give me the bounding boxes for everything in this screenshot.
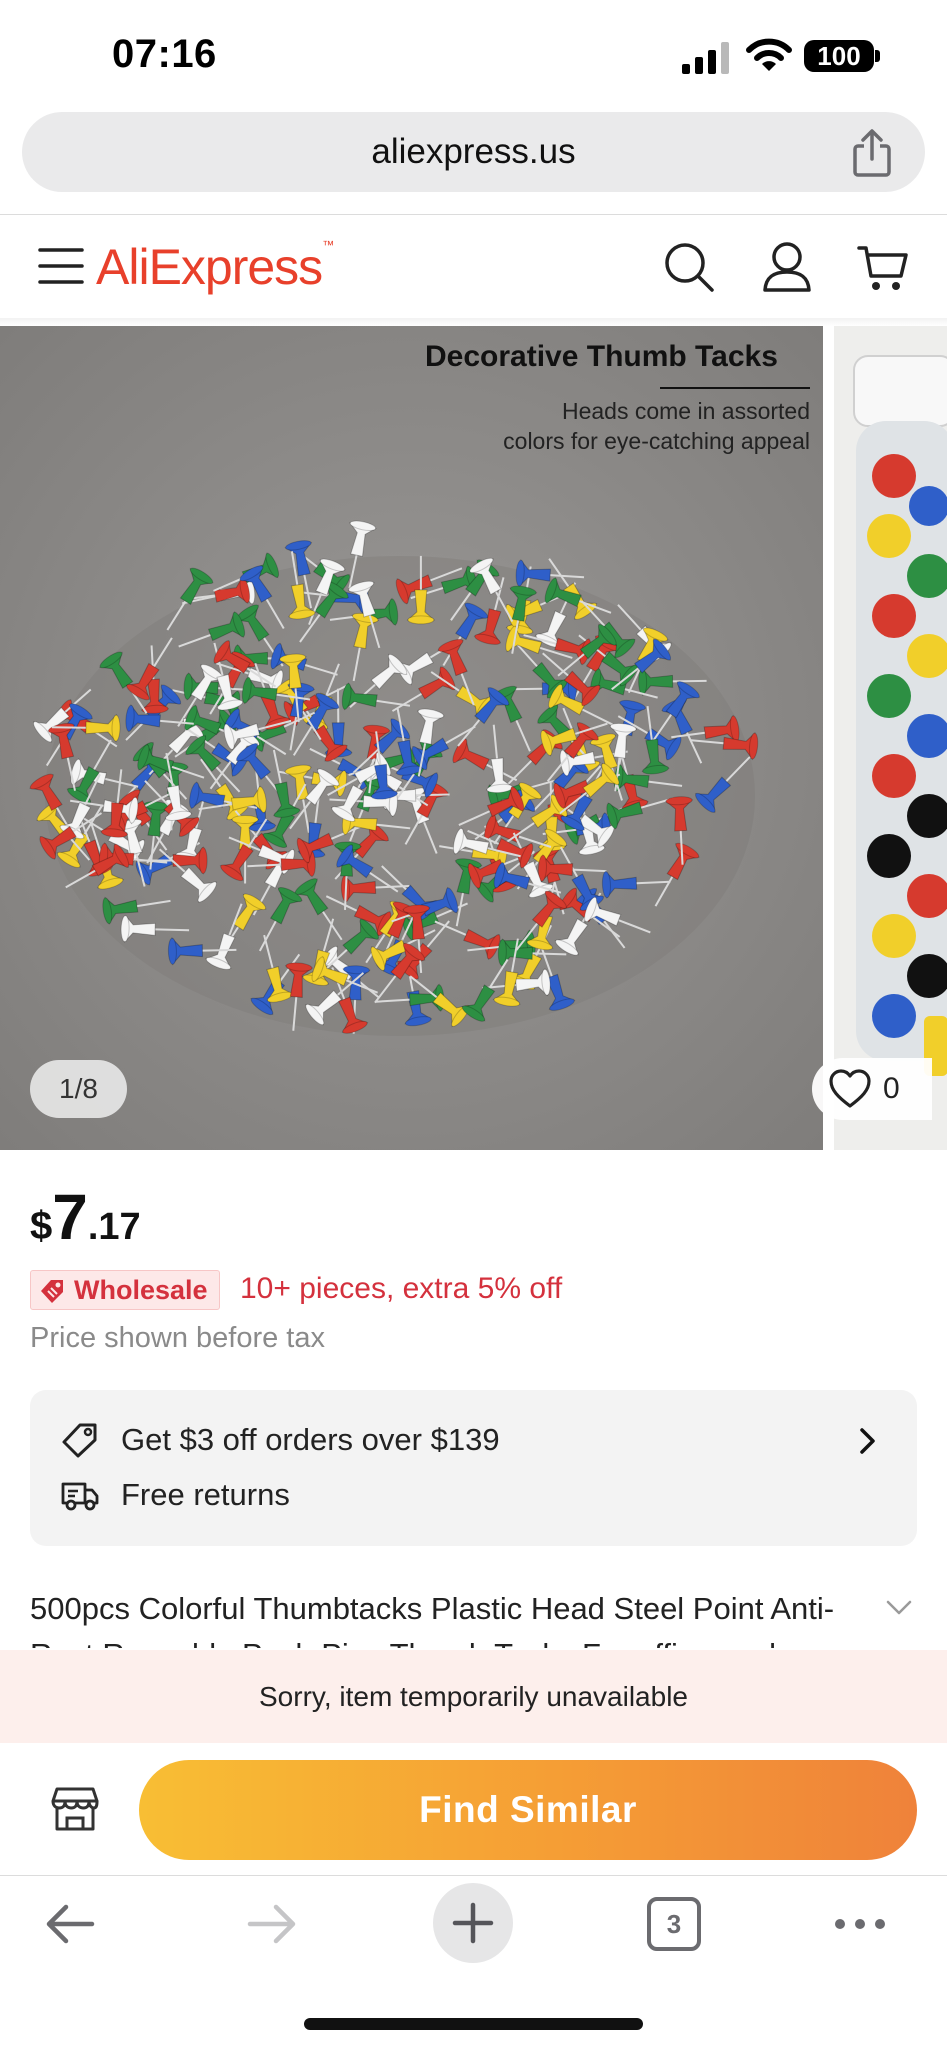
returns-text: Free returns [121,1477,290,1512]
address-bar[interactable]: aliexpress.us [22,112,925,192]
find-similar-button[interactable]: Find Similar [139,1760,917,1860]
cart-icon[interactable] [856,240,910,294]
wholesale-label: Wholesale [74,1275,208,1305]
jar-photo [834,326,947,1150]
price-integer: 7 [52,1181,88,1253]
plus-icon[interactable] [451,1901,495,1945]
like-count: 0 [883,1072,900,1105]
image-subtitle-line: Heads come in assorted [561,398,810,424]
battery-tip [875,50,880,62]
image-subtitle-line: colors for eye-catching appeal [503,428,810,454]
price-decimal: .17 [87,1206,141,1248]
image-subtitle: Heads come in assorted colors for eye-ca… [400,396,810,456]
wholesale-offer: 10+ pieces, extra 5% off [240,1272,563,1305]
coupon-icon [62,1423,97,1458]
battery-icon: 100 [804,40,874,72]
next-product-image[interactable] [834,326,947,1150]
price-currency: $ [30,1204,53,1248]
tabs-icon[interactable]: 3 [647,1897,701,1951]
search-icon[interactable] [662,240,716,294]
image-title-underline [660,387,810,389]
tax-note: Price shown before tax [30,1322,325,1354]
chevron-down-icon[interactable] [884,1594,914,1620]
back-arrow-icon[interactable] [42,1896,98,1952]
home-indicator [304,2018,643,2030]
product-title[interactable]: 500pcs Colorful Thumbtacks Plastic Head … [30,1586,860,1648]
signal-icon [682,42,729,74]
divider [0,214,947,215]
price-tag-icon [41,1280,63,1303]
image-title: Decorative Thumb Tacks [425,340,778,373]
more-icon[interactable] [832,1912,888,1936]
price: $7.17 [30,1180,141,1254]
menu-icon[interactable] [38,246,84,286]
image-counter: 1/8 [30,1060,127,1118]
account-icon[interactable] [760,240,814,294]
heart-icon[interactable] [828,1068,872,1110]
url-text[interactable]: aliexpress.us [22,112,925,192]
divider [0,1875,947,1876]
aliexpress-logo[interactable]: AliExpress™ [96,238,334,296]
chevron-right-icon[interactable] [852,1424,882,1458]
share-icon[interactable] [848,128,896,178]
promotions-card[interactable] [30,1390,917,1546]
truck-icon [61,1482,99,1511]
status-time: 07:16 [112,32,217,76]
coupon-text[interactable]: Get $3 off orders over $139 [121,1422,500,1458]
forward-arrow-icon[interactable] [244,1896,300,1952]
store-icon[interactable] [50,1786,100,1832]
header-shadow [0,318,947,326]
wifi-icon [746,38,792,71]
unavailable-banner: Sorry, item temporarily unavailable [0,1650,947,1743]
